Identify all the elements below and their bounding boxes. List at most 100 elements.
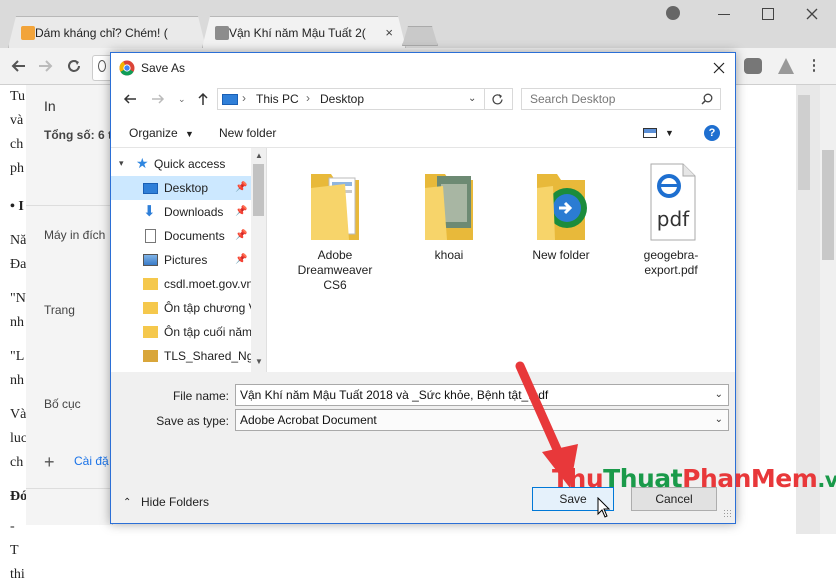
file-name-input[interactable]: Vận Khí năm Mậu Tuất 2018 và _Sức khỏe, … [235, 384, 729, 406]
dialog-close-icon[interactable] [713, 62, 725, 74]
navigation-pane: ▾ ★ Quick access Desktop 📌 ⬇ Downloads 📌… [111, 148, 267, 372]
forward-arrow-icon[interactable] [38, 59, 54, 73]
file-item[interactable]: Adobe Dreamweaver CS6 [287, 160, 383, 293]
view-dropdown-icon[interactable]: ▼ [665, 128, 674, 138]
pin-icon[interactable]: 📌 [235, 182, 247, 193]
reload-icon[interactable] [66, 58, 82, 74]
image-folder-icon [425, 174, 473, 240]
scroll-down-icon[interactable]: ▼ [255, 357, 263, 366]
forward-arrow-icon[interactable] [151, 93, 165, 105]
pin-icon[interactable]: 📌 [235, 206, 247, 217]
article-line: nh [10, 315, 24, 330]
plus-icon[interactable]: + [44, 452, 55, 473]
folder-icon [143, 302, 158, 314]
chevron-down-icon[interactable]: ⌄ [715, 414, 723, 425]
minimize-icon[interactable] [718, 14, 730, 15]
profile-icon[interactable] [666, 6, 680, 20]
article-line: - T [10, 519, 19, 558]
file-name: khoai [434, 248, 464, 262]
watermark-logo: ThuThuatPhanMem.vn [552, 464, 836, 493]
nav-item-folder[interactable]: TLS_Shared_Nga [111, 344, 251, 368]
address-dropdown-icon[interactable]: ⌄ [468, 93, 476, 104]
chevron-down-icon[interactable]: ⌄ [715, 389, 723, 400]
nav-item-quick-access[interactable]: ▾ ★ Quick access [111, 152, 251, 176]
extension-icon[interactable] [744, 58, 762, 74]
command-bar [111, 119, 735, 148]
help-icon[interactable]: ? [704, 125, 720, 141]
more-settings-link[interactable]: Cài đặ [74, 454, 109, 468]
close-window-icon[interactable] [806, 8, 818, 20]
browser-tab-1[interactable]: Dám kháng chỉ? Chém! ( [8, 16, 206, 48]
save-type-select[interactable]: Adobe Acrobat Document ⌄ [235, 409, 729, 431]
browser-tab-2[interactable]: Vận Khí năm Mậu Tuất 2( × [202, 16, 406, 48]
back-arrow-icon[interactable] [10, 59, 26, 73]
folder-icon [311, 174, 359, 240]
site-favicon-icon [215, 26, 229, 40]
this-pc-icon [222, 94, 238, 105]
article-line: Đớ [10, 489, 28, 504]
scrollbar-thumb[interactable] [253, 164, 264, 216]
article-line: Và [10, 407, 27, 422]
scroll-up-icon[interactable]: ▲ [255, 151, 263, 160]
nav-item-folder[interactable]: Ôn tập chương V [111, 296, 251, 320]
new-folder-icon [537, 174, 587, 240]
breadcrumb-this-pc[interactable]: This PC [256, 92, 299, 106]
nav-item-desktop[interactable]: Desktop 📌 [111, 176, 251, 200]
search-input[interactable]: Search Desktop [521, 88, 721, 110]
article-line: "N [10, 291, 26, 306]
tab-title: Vận Khí năm Mậu Tuất 2( [229, 25, 366, 40]
refresh-icon[interactable] [491, 93, 504, 106]
pin-icon[interactable]: 📌 [235, 230, 247, 241]
organize-menu[interactable]: Organize ▼ [129, 126, 194, 140]
shared-folder-icon [143, 350, 158, 362]
dialog-title: Save As [141, 61, 186, 75]
nav-item-folder[interactable]: csdl.moet.gov.vn [111, 272, 251, 296]
nav-item-documents[interactable]: Documents 📌 [111, 224, 251, 248]
divider [26, 488, 112, 489]
up-arrow-icon[interactable] [197, 92, 209, 106]
back-arrow-icon[interactable] [123, 93, 137, 105]
download-arrow-icon: ⬇ [143, 203, 156, 220]
pin-icon[interactable]: 📌 [235, 254, 247, 265]
star-icon: ★ [136, 155, 149, 171]
file-list: Adobe Dreamweaver CS6 khoai New folder p… [267, 148, 735, 372]
nav-item-pictures[interactable]: Pictures 📌 [111, 248, 251, 272]
save-type-label: Save as type: [156, 414, 229, 428]
article-line: ch [10, 137, 24, 152]
resize-grip-icon[interactable] [723, 509, 733, 519]
file-item[interactable]: khoai [401, 160, 497, 263]
article-line: và [10, 113, 24, 128]
article-line: thi [10, 567, 25, 582]
article-line: ch [10, 455, 24, 470]
hide-folders-button[interactable]: Hide Folders [141, 495, 209, 509]
scrollbar-thumb[interactable] [822, 150, 834, 260]
chrome-logo-icon [119, 60, 135, 76]
pictures-icon [143, 254, 158, 266]
file-name-label: File name: [172, 389, 229, 403]
svg-text:pdf: pdf [657, 207, 690, 231]
folder-icon [143, 326, 158, 338]
printer-label: Máy in đích [44, 228, 106, 242]
nav-item-downloads[interactable]: ⬇ Downloads 📌 [111, 200, 251, 224]
file-item[interactable]: New folder [513, 160, 609, 263]
new-tab-button[interactable] [402, 26, 438, 46]
tab-close-icon[interactable]: × [385, 25, 393, 40]
menu-kebab-icon[interactable] [812, 58, 816, 74]
address-bar[interactable]: › This PC › Desktop ⌄ [217, 88, 513, 110]
file-name: New folder [532, 248, 590, 262]
print-title: In [44, 98, 56, 114]
file-item[interactable]: pdf geogebra-export.pdf [623, 160, 719, 278]
chevron-up-icon[interactable]: ⌃ [123, 497, 131, 508]
breadcrumb-desktop[interactable]: Desktop [320, 92, 364, 106]
new-folder-button[interactable]: New folder [219, 126, 276, 140]
nav-item-folder[interactable]: Ôn tập cuối năm [111, 320, 251, 344]
nav-scrollbar[interactable]: ▲ ▼ [251, 148, 266, 372]
expand-chevron-icon[interactable]: ▾ [119, 158, 124, 169]
maximize-icon[interactable] [762, 8, 774, 20]
scrollbar-thumb[interactable] [798, 95, 810, 190]
search-icon [701, 93, 713, 105]
print-total: Tổng số: 6 t [44, 128, 112, 142]
organize-label: Organize [129, 126, 178, 140]
view-options-icon[interactable] [643, 128, 657, 138]
recent-locations-chevron-icon[interactable]: ⌄ [178, 94, 186, 105]
